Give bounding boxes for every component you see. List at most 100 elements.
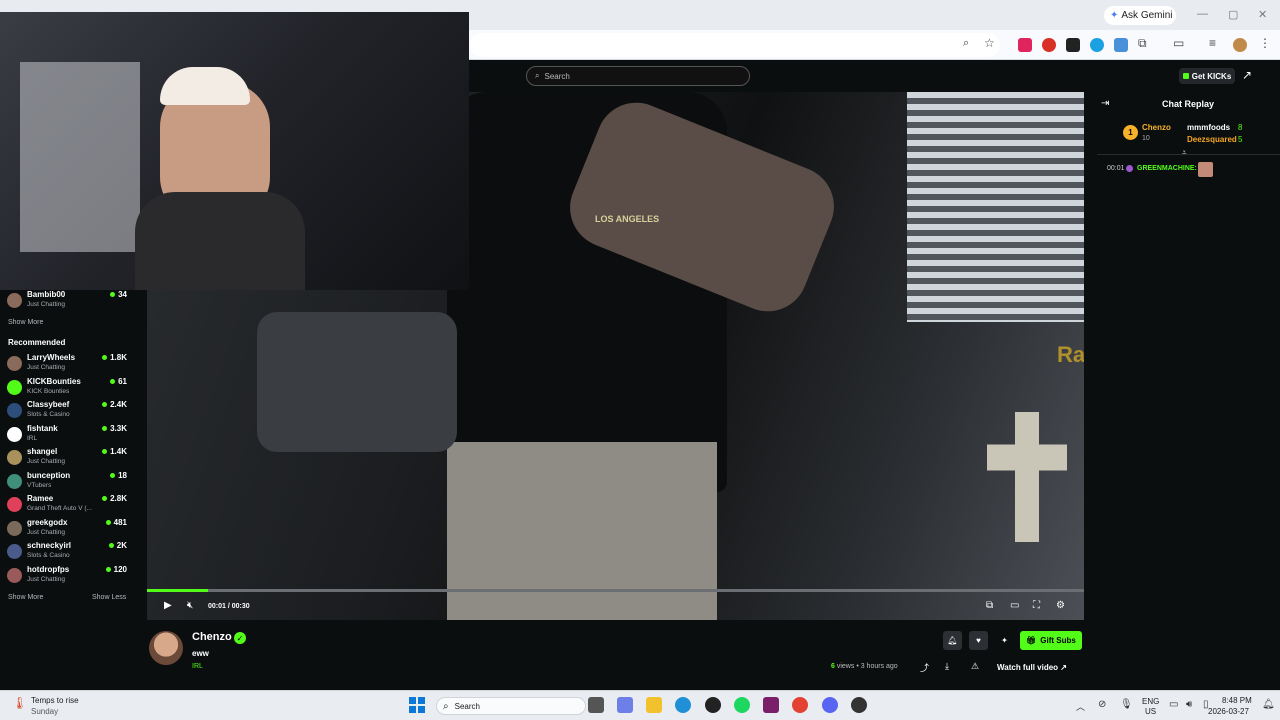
- cast-icon[interactable]: ▭: [1173, 36, 1184, 50]
- sidebar-channel-item[interactable]: shangel Just Chatting 1.4K: [7, 447, 127, 469]
- channel-avatar[interactable]: [149, 631, 183, 665]
- file-explorer-icon[interactable]: [646, 697, 662, 713]
- follow-button[interactable]: ♥: [969, 631, 988, 650]
- language-indicator[interactable]: ENG: [1142, 697, 1159, 706]
- sidebar-channel-item[interactable]: Classybeef Slots & Casino 2.4K: [7, 400, 127, 422]
- download-icon[interactable]: ⤓: [945, 661, 949, 672]
- clock-time[interactable]: 8:48 PM: [1222, 696, 1252, 705]
- user-menu-icon[interactable]: ↗: [1242, 68, 1260, 84]
- notification-bell-button[interactable]: 🔔︎: [943, 631, 962, 650]
- region-indicator[interactable]: US: [1145, 707, 1156, 716]
- stream-title: eww: [192, 649, 209, 658]
- cross-statue: [987, 412, 1067, 542]
- close-window-icon[interactable]: ✕: [1258, 8, 1267, 21]
- settings-gear-icon[interactable]: ⚙: [1056, 600, 1065, 611]
- collapse-chat-icon[interactable]: ⇥: [1101, 98, 1109, 109]
- share-icon[interactable]: ⤴: [920, 661, 929, 674]
- copilot-icon[interactable]: [617, 697, 633, 713]
- gifter-name[interactable]: Chenzo: [1142, 123, 1171, 132]
- channel-category: Just Chatting: [27, 301, 65, 308]
- live-dot-icon: [108, 543, 114, 548]
- edge-icon[interactable]: [675, 697, 691, 713]
- windows-start-icon[interactable]: [409, 697, 425, 713]
- fullscreen-icon[interactable]: ⛶: [1033, 600, 1040, 611]
- viewer-count: 1.4K: [102, 447, 127, 456]
- mute-icon[interactable]: 🔇︎: [187, 600, 193, 611]
- taskbar-search[interactable]: ⌕ Search: [436, 697, 586, 715]
- viewer-count-value: 1.8K: [110, 353, 127, 362]
- profile-avatar[interactable]: [1233, 38, 1247, 52]
- progress-track[interactable]: [147, 589, 1084, 592]
- sidebar-channel-item[interactable]: fishtank IRL 3.3K: [7, 424, 127, 446]
- network-icon[interactable]: ⊘: [1098, 699, 1106, 710]
- extension-icon[interactable]: [1018, 38, 1032, 52]
- play-icon[interactable]: ▶: [164, 600, 172, 611]
- bell-icon: 🔔︎: [947, 636, 958, 645]
- app-icon[interactable]: [705, 697, 721, 713]
- maximize-icon[interactable]: ▢: [1228, 8, 1238, 21]
- chat-panel: [1097, 92, 1280, 690]
- gifter-count: 5: [1238, 135, 1243, 144]
- spotify-icon[interactable]: [734, 697, 750, 713]
- clock-date[interactable]: 2026-03-27: [1208, 707, 1249, 716]
- show-more-link[interactable]: Show More: [8, 594, 43, 601]
- sidebar-channel-item[interactable]: LarryWheels Just Chatting 1.8K: [7, 353, 127, 375]
- chrome-icon[interactable]: [792, 697, 808, 713]
- task-view-icon[interactable]: [588, 697, 604, 713]
- discord-icon[interactable]: [822, 697, 838, 713]
- sidebar-channel-item[interactable]: Bambib00 Just Chatting 34: [7, 290, 127, 312]
- search-input[interactable]: ⌕ Search: [526, 66, 750, 86]
- channel-name: hotdropfps: [27, 564, 70, 574]
- notification-icon[interactable]: 🔔︎: [1262, 699, 1275, 710]
- watch-full-video-link[interactable]: Watch full video ↗: [997, 663, 1067, 672]
- tray-overflow-icon[interactable]: ︿: [1076, 700, 1085, 713]
- gifter-count: 8: [1238, 123, 1243, 132]
- extension-icon[interactable]: [1114, 38, 1128, 52]
- streamer-cap: [160, 67, 250, 105]
- sidebar-channel-item[interactable]: greekgodx Just Chatting 481: [7, 518, 127, 540]
- gifter-name[interactable]: mmmfoods: [1187, 123, 1230, 132]
- viewer-count-value: 120: [113, 564, 127, 574]
- gifter-name[interactable]: Deezsquared: [1187, 135, 1237, 144]
- clip-button[interactable]: ✦: [995, 631, 1014, 650]
- avatar: [7, 379, 22, 395]
- gift-subs-button[interactable]: 🎁︎ Gift Subs: [1020, 631, 1082, 650]
- weather-icon[interactable]: 🌡︎: [12, 696, 27, 710]
- microphone-icon[interactable]: 🎙︎: [1120, 699, 1133, 710]
- ask-gemini-button[interactable]: ✦ Ask Gemini: [1104, 6, 1176, 25]
- show-less-link[interactable]: Show Less: [92, 594, 126, 601]
- zoom-icon[interactable]: ⌕: [963, 37, 969, 50]
- get-kicks-button[interactable]: Get KICKs: [1179, 68, 1235, 84]
- sidebar-channel-item[interactable]: schneckyirl Slots & Casino 2K: [7, 541, 127, 563]
- sidebar-channel-item[interactable]: hotdropfps Just Chatting 120: [7, 565, 127, 587]
- live-dot-icon: [110, 292, 116, 297]
- sidebar-channel-item[interactable]: Ramee Grand Theft Auto V (... 2.8K: [7, 494, 127, 516]
- theater-mode-icon[interactable]: ▭: [1010, 600, 1019, 611]
- extension-icon[interactable]: [1042, 38, 1056, 52]
- expand-gifters-icon[interactable]: ⩡: [1182, 148, 1187, 158]
- live-dot-icon: [110, 472, 116, 478]
- bookmark-star-icon[interactable]: ☆: [984, 36, 995, 50]
- app-icon[interactable]: [851, 697, 867, 713]
- miniplayer-icon[interactable]: ⧉: [986, 600, 993, 611]
- report-warning-icon[interactable]: ⚠: [971, 661, 979, 672]
- extension-icon[interactable]: [1090, 38, 1104, 52]
- reading-list-icon[interactable]: ≡: [1209, 36, 1216, 50]
- sidebar-channel-item[interactable]: KICKBounties KICK Bounties 61: [7, 377, 127, 399]
- extensions-puzzle-icon[interactable]: ⧉: [1138, 36, 1147, 51]
- views-count: 6: [831, 663, 835, 670]
- channel-name-title[interactable]: Chenzo: [192, 631, 232, 643]
- message-username[interactable]: GREENMACHINE:: [1137, 165, 1197, 172]
- omnibox[interactable]: [470, 33, 1000, 57]
- browser-menu-icon[interactable]: ⋮: [1259, 36, 1271, 50]
- sidebar-channel-item[interactable]: bunception VTubers 18: [7, 471, 127, 493]
- volume-icon[interactable]: 🔊︎: [1186, 699, 1192, 710]
- display-icon[interactable]: ▭: [1169, 699, 1178, 710]
- extension-icon[interactable]: [1066, 38, 1080, 52]
- stream-category[interactable]: IRL: [192, 663, 203, 670]
- recommended-heading: Recommended: [8, 338, 66, 347]
- app-icon[interactable]: [763, 697, 779, 713]
- channel-category: IRL: [27, 434, 38, 442]
- minimize-icon[interactable]: —: [1197, 8, 1208, 20]
- show-more-link[interactable]: Show More: [8, 319, 43, 326]
